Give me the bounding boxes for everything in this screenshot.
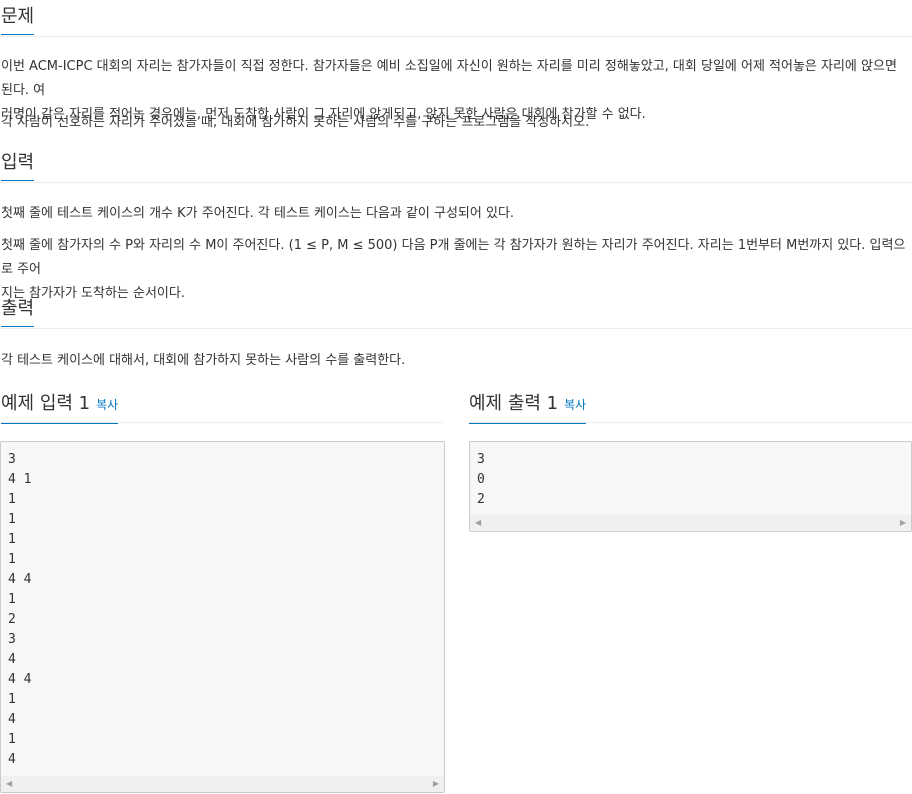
problem-title: 문제	[1, 6, 35, 35]
output-section: 출력	[0, 292, 912, 329]
sample-input-scrollbar[interactable]: ◀ ▶	[1, 776, 444, 792]
problem-line-3: 각 사람이 선호하는 자리가 주어졌을 때, 대회에 참가하지 못하는 사람의 …	[1, 115, 590, 130]
input-section: 입력	[0, 146, 912, 183]
input-header: 입력	[0, 146, 912, 183]
scroll-right-icon[interactable]: ▶	[433, 779, 439, 789]
scroll-left-icon[interactable]: ◀	[6, 779, 12, 789]
sample-output-title-text: 예제 출력 1	[469, 393, 559, 414]
sample-input-title: 예제 입력 1 복사	[1, 392, 119, 424]
scroll-left-icon[interactable]: ◀	[475, 518, 481, 528]
problem-line-1: 이번 ACM-ICPC 대회의 자리는 참가자들이 직접 정한다. 참가자들은 …	[1, 59, 897, 98]
sample-output-scrollbar[interactable]: ◀ ▶	[470, 515, 911, 531]
sample-output-header: 예제 출력 1 복사	[468, 392, 912, 424]
output-line-1: 각 테스트 케이스에 대해서, 대회에 참가하지 못하는 사람의 수를 출력한다…	[1, 353, 406, 368]
output-title: 출력	[1, 298, 35, 327]
input-line-2: 첫째 줄에 참가자의 수 P와 자리의 수 M이 주어진다. (1 ≤ P, M…	[1, 238, 906, 277]
copy-sample-output-button[interactable]: 복사	[564, 398, 586, 412]
scroll-right-icon[interactable]: ▶	[900, 518, 906, 528]
problem-section: 문제	[0, 0, 912, 37]
sample-output-content: 3 0 2	[477, 452, 485, 507]
problem-header: 문제	[0, 0, 912, 37]
sample-input-title-text: 예제 입력 1	[1, 393, 91, 414]
sample-output-title: 예제 출력 1 복사	[469, 392, 587, 424]
sample-input-content: 3 4 1 1 1 1 1 4 4 1 2 3 4 4 4 1 4 1 4	[8, 452, 32, 767]
output-header: 출력	[0, 292, 912, 329]
copy-sample-input-button[interactable]: 복사	[96, 398, 118, 412]
input-title: 입력	[1, 152, 35, 181]
sample-input-header: 예제 입력 1 복사	[0, 392, 444, 424]
sample-input-box[interactable]: 3 4 1 1 1 1 1 4 4 1 2 3 4 4 4 1 4 1 4 ◀ …	[0, 441, 445, 793]
sample-output-box[interactable]: 3 0 2 ◀ ▶	[469, 441, 912, 532]
input-line-1: 첫째 줄에 테스트 케이스의 개수 K가 주어진다. 각 테스트 케이스는 다음…	[1, 206, 515, 221]
